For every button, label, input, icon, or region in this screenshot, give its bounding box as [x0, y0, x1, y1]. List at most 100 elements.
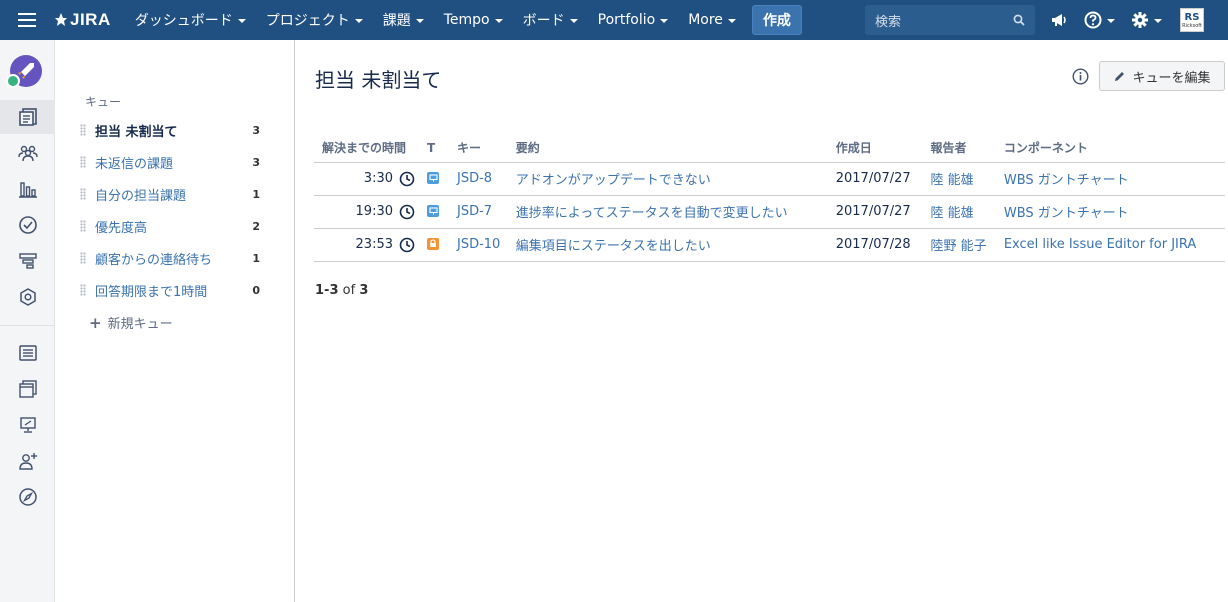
- nav-projects-label: プロジェクト: [265, 13, 350, 29]
- summary-cell: 進捗率によってステータスを自動で変更したい: [507, 195, 828, 229]
- queues-icon[interactable]: [0, 100, 55, 134]
- gear-icon[interactable]: [1131, 11, 1162, 29]
- queue-count: 3: [252, 155, 260, 169]
- presentation-icon[interactable]: [0, 408, 55, 442]
- drag-handle-icon[interactable]: [80, 124, 86, 136]
- col-time-to-resolution[interactable]: 解決までの時間: [314, 134, 419, 163]
- drag-handle-icon[interactable]: [80, 156, 86, 168]
- knowledge-base-icon[interactable]: [0, 244, 55, 278]
- drag-handle-icon[interactable]: [80, 284, 86, 296]
- queue-label: 回答期限まで1時間: [95, 284, 208, 300]
- page-title: 担当 未割当て: [315, 68, 442, 92]
- col-summary[interactable]: 要約: [507, 134, 828, 163]
- issues-list-icon[interactable]: [0, 336, 55, 370]
- queue-item-my-issues[interactable]: 自分の担当課題 1: [80, 183, 260, 205]
- user-avatar[interactable]: RS Ricksoft: [1180, 8, 1204, 32]
- key-cell: JSD-7: [449, 195, 508, 229]
- project-avatar[interactable]: [6, 55, 42, 88]
- queue-item-due-one-hour[interactable]: 回答期限まで1時間 0: [80, 279, 260, 301]
- chevron-down-icon: [237, 19, 246, 23]
- edit-queue-label: キューを編集: [1132, 70, 1211, 86]
- clock-icon[interactable]: [0, 208, 55, 242]
- issue-summary-link[interactable]: アドオンがアップデートできない: [516, 173, 711, 188]
- issue-key-link[interactable]: JSD-8: [457, 171, 492, 186]
- nav-issues[interactable]: 課題: [373, 0, 434, 40]
- plus-icon: +: [89, 313, 102, 332]
- table-row[interactable]: 3:30 JSD-8 アドオンがアップデートできない 2017/07/27 陸 …: [314, 162, 1225, 196]
- created-cell: 2017/07/27: [827, 162, 923, 196]
- nav-more[interactable]: More: [678, 0, 746, 40]
- created-cell: 2017/07/28: [827, 228, 923, 262]
- table-header-row: 解決までの時間 T キー 要約 作成日 報告者 コンポーネント: [314, 134, 1225, 163]
- drag-handle-icon[interactable]: [80, 188, 86, 200]
- issue-summary-link[interactable]: 進捗率によってステータスを自動で変更したい: [516, 206, 788, 221]
- nav-projects[interactable]: プロジェクト: [256, 0, 373, 40]
- nav-more-label: More: [688, 12, 723, 28]
- time-value: 23:53: [355, 237, 393, 252]
- nav-boards[interactable]: ボード: [513, 0, 588, 40]
- monitor-icon: [427, 172, 439, 184]
- issue-key-link[interactable]: JSD-7: [457, 204, 492, 219]
- jira-logo[interactable]: JIRA: [54, 10, 111, 30]
- created-cell: 2017/07/27: [827, 195, 923, 229]
- time-cell: 3:30: [314, 162, 419, 196]
- create-button[interactable]: 作成: [751, 5, 802, 35]
- megaphone-icon[interactable]: [1050, 12, 1068, 28]
- issue-table: 解決までの時間 T キー 要約 作成日 報告者 コンポーネント 3:30 JSD…: [314, 134, 1225, 262]
- reporter-link[interactable]: 陸野 能子: [931, 239, 987, 254]
- help-icon[interactable]: [1084, 11, 1115, 29]
- add-user-icon[interactable]: [0, 444, 55, 478]
- edit-queue-button[interactable]: キューを編集: [1099, 61, 1225, 91]
- col-key[interactable]: キー: [449, 134, 508, 163]
- customers-icon[interactable]: [0, 136, 55, 170]
- issue-summary-link[interactable]: 編集項目にステータスを出したい: [516, 239, 711, 254]
- nav-portfolio-label: Portfolio: [597, 12, 656, 28]
- queue-item-unassigned[interactable]: 担当 未割当て 3: [80, 119, 260, 141]
- type-cell: [419, 162, 449, 196]
- summary-cell: アドオンがアップデートできない: [507, 162, 828, 196]
- paging-of: of: [342, 283, 356, 298]
- drag-handle-icon[interactable]: [80, 220, 86, 232]
- new-queue-button[interactable]: + 新規キュー: [89, 313, 173, 333]
- col-component[interactable]: コンポーネント: [995, 134, 1225, 163]
- hexagon-settings-icon[interactable]: [0, 280, 55, 314]
- summary-cell: 編集項目にステータスを出したい: [507, 228, 828, 262]
- reports-icon[interactable]: [0, 172, 55, 206]
- pages-icon[interactable]: [0, 372, 55, 406]
- queue-count: 1: [252, 251, 260, 265]
- reporter-link[interactable]: 陸 能雄: [931, 173, 974, 188]
- info-icon[interactable]: [1072, 68, 1089, 89]
- reporter-link[interactable]: 陸 能雄: [931, 206, 974, 221]
- nav-portfolio[interactable]: Portfolio: [588, 0, 679, 40]
- search-input[interactable]: 検索: [865, 5, 1035, 35]
- pagination-summary: 1-3 of 3: [315, 283, 368, 298]
- chevron-down-icon: [569, 19, 578, 23]
- queue-item-high-priority[interactable]: 優先度高 2: [80, 215, 260, 237]
- issue-key-link[interactable]: JSD-10: [457, 237, 500, 252]
- menu-icon[interactable]: [0, 0, 54, 40]
- queue-label: 担当 未割当て: [95, 124, 178, 140]
- nav-dashboard-label: ダッシュボード: [134, 13, 233, 29]
- compass-icon[interactable]: [0, 480, 55, 514]
- col-reporter[interactable]: 報告者: [922, 134, 996, 163]
- queue-label: 未返信の課題: [95, 156, 174, 172]
- jira-logo-icon: [55, 13, 67, 26]
- component-link[interactable]: WBS ガントチャート: [1004, 173, 1129, 188]
- component-link[interactable]: Excel like Issue Editor for JIRA: [1004, 237, 1196, 252]
- table-row[interactable]: 23:53 JSD-10 編集項目にステータスを出したい 2017/07/28 …: [314, 228, 1225, 262]
- component-cell: WBS ガントチャート: [995, 162, 1225, 196]
- chevron-down-icon: [1107, 19, 1115, 23]
- col-type[interactable]: T: [419, 134, 449, 163]
- new-queue-label: 新規キュー: [107, 317, 173, 332]
- queue-item-unanswered[interactable]: 未返信の課題 3: [80, 151, 260, 173]
- col-created[interactable]: 作成日: [827, 134, 923, 163]
- chevron-down-icon: [494, 19, 503, 23]
- nav-dashboard[interactable]: ダッシュボード: [125, 0, 256, 40]
- queue-item-waiting-customer[interactable]: 顧客からの連絡待ち 1: [80, 247, 260, 269]
- table-row[interactable]: 19:30 JSD-7 進捗率によってステータスを自動で変更したい 2017/0…: [314, 195, 1225, 229]
- clock-icon: [399, 204, 415, 219]
- search-icon[interactable]: [1013, 14, 1025, 26]
- drag-handle-icon[interactable]: [80, 252, 86, 264]
- nav-tempo[interactable]: Tempo: [434, 0, 513, 40]
- component-link[interactable]: WBS ガントチャート: [1004, 206, 1129, 221]
